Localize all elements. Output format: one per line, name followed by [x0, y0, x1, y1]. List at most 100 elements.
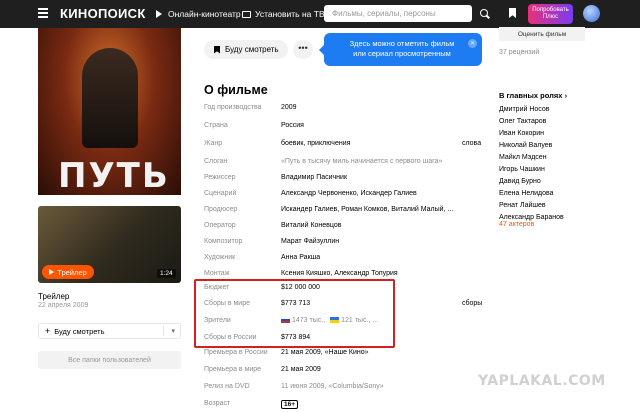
poster-figure — [82, 48, 138, 148]
highlight-box — [194, 279, 395, 348]
info-row-year: Год производства 2009 — [204, 104, 504, 120]
nav-online-cinema-label: Онлайн-кинотеатр — [168, 9, 241, 19]
more-options-button[interactable]: ••• — [293, 40, 313, 59]
try-plus-button[interactable]: Попробовать Плюс — [528, 4, 573, 24]
info-row-operator: Оператор Виталий Коневцов — [204, 222, 504, 238]
watch-later-dropdown[interactable]: + Буду смотреть ▾ — [38, 323, 181, 339]
top-header: КИНОПОИСК Онлайн-кинотеатр Установить на… — [0, 0, 640, 28]
info-row-age: Возраст 16+ — [204, 400, 504, 412]
info-key: Режиссер — [204, 174, 236, 181]
info-row-producer: Продюсер Искандер Галиев, Роман Комков, … — [204, 206, 504, 222]
divider — [163, 326, 164, 336]
info-value[interactable]: 21 мая 2009, «Наше Кино» — [281, 349, 369, 356]
info-key: Слоган — [204, 158, 228, 165]
info-value[interactable]: Владимир Пасичник — [281, 174, 347, 181]
all-user-lists-button[interactable]: Все папки пользователей — [38, 351, 181, 369]
info-value[interactable]: Анна Ракша — [281, 254, 320, 261]
cast-item[interactable]: Иван Кокорин — [499, 130, 544, 137]
avatar[interactable] — [583, 5, 600, 22]
trailer-play-button[interactable]: Трейлер — [42, 265, 94, 279]
cast-title-label: В главных ролях — [499, 91, 563, 100]
cast-item[interactable]: Николай Валуев — [499, 142, 552, 149]
info-key: Художник — [204, 254, 236, 261]
watch-later-button-label: Буду смотреть — [225, 45, 279, 54]
info-key: Оператор — [204, 222, 236, 229]
watermark: YAPLAKAL.COM — [478, 373, 606, 389]
info-key: Премьера в мире — [204, 366, 262, 373]
movie-poster[interactable]: ПУТЬ — [38, 28, 181, 195]
info-value[interactable]: Марат Файзуллин — [281, 238, 339, 245]
nav-install-tv-label: Установить на ТВ — [255, 9, 325, 19]
info-key: Сценарий — [204, 190, 237, 197]
info-value[interactable]: боевик, приключения — [281, 140, 350, 147]
info-key: Год производства — [204, 104, 262, 111]
info-value[interactable]: Виталий Коневцов — [281, 222, 341, 229]
menu-icon[interactable] — [38, 8, 48, 18]
watched-tooltip: Здесь можно отметить фильм или сериал пр… — [319, 33, 482, 66]
trailer-button-label: Трейлер — [57, 267, 87, 277]
info-key: Композитор — [204, 238, 243, 245]
info-value[interactable]: 21 мая 2009 — [281, 366, 321, 373]
cast-item[interactable]: Давид Бурно — [499, 178, 541, 185]
box-office-link[interactable]: сборы — [462, 300, 482, 307]
cast-item[interactable]: Олег Тактаров — [499, 118, 546, 125]
cast-item[interactable]: Дмитрий Носов — [499, 106, 549, 113]
info-row-premiere-russia: Премьера в России 21 мая 2009, «Наше Кин… — [204, 349, 504, 365]
info-row-artist: Художник Анна Ракша — [204, 254, 504, 270]
info-key: Жанр — [204, 140, 223, 147]
age-rating-badge: 16+ — [281, 400, 299, 409]
info-key: Релиз на DVD — [204, 383, 250, 390]
site-logo[interactable]: КИНОПОИСК — [60, 6, 146, 21]
section-title-about: О фильме — [204, 83, 268, 97]
info-value[interactable]: 2009 — [281, 104, 297, 111]
cast-item[interactable]: Елена Нелидова — [499, 190, 554, 197]
info-value[interactable]: Ксения Кияшко, Александр Топурия — [281, 270, 398, 277]
trailer-duration: 1:24 — [157, 269, 176, 278]
play-icon — [156, 10, 164, 18]
info-key: Возраст — [204, 400, 231, 407]
cast-item[interactable]: Майкл Мэдсен — [499, 154, 547, 161]
keywords-link[interactable]: слова — [462, 140, 481, 147]
kinopoisk-page: КИНОПОИСК Онлайн-кинотеатр Установить на… — [0, 0, 640, 412]
rate-movie-button[interactable]: Оценить фильм — [499, 27, 585, 41]
info-key: Страна — [204, 122, 228, 129]
info-row-genre: Жанр боевик, приключения слова — [204, 140, 504, 156]
cast-item[interactable]: Ренат Лайшев — [499, 202, 546, 209]
info-value: «Путь в тысячу миль начинается с первого… — [281, 158, 443, 165]
play-icon — [49, 269, 55, 275]
nav-online-cinema[interactable]: Онлайн-кинотеатр — [156, 9, 241, 19]
info-row-writer: Сценарий Александр Червоненко, Искандер … — [204, 190, 504, 206]
cast-title[interactable]: В главных ролях › — [499, 91, 567, 100]
all-actors-link[interactable]: 47 актеров — [499, 221, 534, 228]
watch-later-label: Буду смотреть — [54, 326, 105, 336]
info-key: Продюсер — [204, 206, 238, 213]
watch-later-button[interactable]: Буду смотреть — [204, 40, 288, 59]
nav-install-tv[interactable]: Установить на ТВ — [242, 9, 325, 19]
bookmark-icon[interactable] — [509, 8, 516, 18]
search-icon[interactable] — [480, 9, 488, 17]
chevron-down-icon[interactable]: ▾ — [171, 327, 175, 335]
tv-icon — [242, 10, 251, 18]
trailer-name[interactable]: Трейлер — [38, 292, 69, 301]
info-value[interactable]: 11 июня 2009, «Columbia/Sony» — [281, 383, 384, 390]
close-icon[interactable]: × — [468, 39, 477, 48]
info-row-tagline: Слоган «Путь в тысячу миль начинается с … — [204, 158, 504, 174]
search-input[interactable]: Фильмы, сериалы, персоны — [324, 5, 472, 22]
info-value[interactable]: Искандер Галиев, Роман Комков, Виталий М… — [281, 206, 453, 213]
reviews-count[interactable]: 37 рецензий — [499, 49, 539, 56]
info-value[interactable]: Александр Червоненко, Искандер Галиев — [281, 190, 417, 197]
info-row-country: Страна Россия — [204, 122, 504, 138]
cast-item[interactable]: Александр Баранов — [499, 214, 564, 221]
chevron-right-icon: › — [564, 91, 568, 100]
trailer-date: 22 апреля 2009 — [38, 302, 89, 309]
poster-title: ПУТЬ — [58, 156, 170, 195]
cast-item[interactable]: Игорь Чашкин — [499, 166, 545, 173]
bookmark-icon — [214, 45, 220, 54]
info-key: Премьера в России — [204, 349, 268, 356]
info-key: Монтаж — [204, 270, 230, 277]
info-row-dvd-release: Релиз на DVD 11 июня 2009, «Columbia/Son… — [204, 383, 504, 399]
tooltip-text: Здесь можно отметить фильм или сериал пр… — [349, 39, 455, 58]
info-value: 16+ — [281, 400, 299, 409]
info-value[interactable]: Россия — [281, 122, 304, 129]
info-row-director: Режиссер Владимир Пасичник — [204, 174, 504, 190]
